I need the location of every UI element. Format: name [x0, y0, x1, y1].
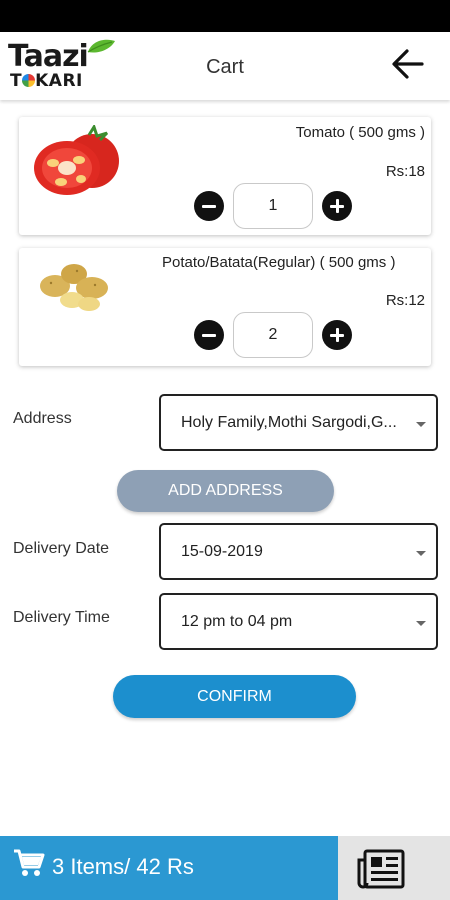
- delivery-time-select[interactable]: 12 pm to 04 pm: [159, 593, 438, 650]
- app-header: Taazi T KARI Cart: [0, 32, 450, 100]
- product-name: Potato/Batata(Regular) ( 500 gms ): [162, 254, 396, 271]
- newspaper-icon: [357, 849, 405, 889]
- dropdown-caret-icon: [416, 621, 426, 626]
- cart-item-potato: Potato/Batata(Regular) ( 500 gms ) Rs:12…: [19, 248, 431, 366]
- product-price: Rs:12: [385, 292, 425, 309]
- decrease-quantity-button[interactable]: [194, 191, 224, 221]
- address-select[interactable]: Holy Family,Mothi Sargodi,G...: [159, 394, 438, 451]
- orders-tab[interactable]: [338, 836, 450, 900]
- product-name: Tomato ( 500 gms ): [295, 124, 425, 141]
- quantity-field[interactable]: 1: [233, 183, 313, 229]
- delivery-date-value: 15-09-2019: [181, 543, 263, 560]
- delivery-time-label: Delivery Time: [13, 609, 110, 626]
- dropdown-caret-icon: [416, 422, 426, 427]
- cart-summary-button[interactable]: 3 Items/ 42 Rs: [0, 836, 338, 900]
- status-bar: [0, 0, 450, 32]
- potato-image: [40, 264, 108, 311]
- product-price: Rs:18: [385, 163, 425, 180]
- delivery-date-select[interactable]: 15-09-2019: [159, 523, 438, 580]
- increase-quantity-button[interactable]: [322, 191, 352, 221]
- dropdown-caret-icon: [416, 551, 426, 556]
- decrease-quantity-button[interactable]: [194, 320, 224, 350]
- arrow-left-icon[interactable]: [388, 44, 428, 84]
- delivery-time-value: 12 pm to 04 pm: [181, 613, 293, 630]
- page-title: Cart: [206, 56, 244, 78]
- delivery-date-label: Delivery Date: [13, 540, 110, 557]
- cart-item-tomato: Tomato ( 500 gms ) Rs:18 1: [19, 117, 431, 235]
- address-label: Address: [13, 410, 72, 427]
- bottom-bar: 3 Items/ 42 Rs: [0, 836, 450, 900]
- confirm-button[interactable]: CONFIRM: [113, 675, 356, 718]
- increase-quantity-button[interactable]: [322, 320, 352, 350]
- add-address-button[interactable]: ADD ADDRESS: [117, 470, 334, 512]
- address-value: Holy Family,Mothi Sargodi,G...: [181, 414, 397, 431]
- leaf-icon: [87, 39, 115, 53]
- cart-summary-text: 3 Items/ 42 Rs: [52, 854, 194, 879]
- tomato-image: [34, 125, 119, 195]
- minus-icon: [202, 333, 216, 337]
- shopping-cart-icon: [14, 849, 45, 876]
- minus-icon: [202, 204, 216, 208]
- quantity-field[interactable]: 2: [233, 312, 313, 358]
